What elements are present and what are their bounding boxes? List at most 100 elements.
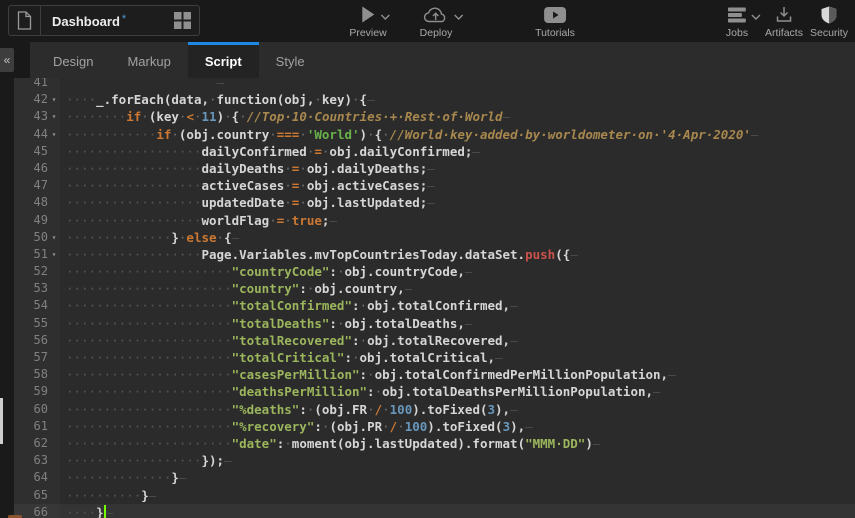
code-lines: 41 –42▾····_.forEach(data,·function(obj,… [14,78,855,518]
page-icon-button[interactable] [9,6,41,35]
code-row: 56 ······················"totalRecovered"… [14,332,855,349]
fold-gutter [48,366,60,383]
editor-tabbar: « Design Markup Script Style [0,42,855,78]
fold-gutter [48,78,60,91]
code-row: 55 ······················"totalDeaths":·o… [14,315,855,332]
code-line[interactable]: ······················"%recovery":·(obj.… [60,418,533,435]
deploy-label: Deploy [420,27,453,39]
code-line[interactable]: – [60,78,224,91]
fold-gutter [48,469,60,486]
chevron-down-icon[interactable] [454,14,464,20]
security-button[interactable]: Security [810,5,848,39]
fold-gutter [48,418,60,435]
code-line[interactable]: ······················"casesPerMillion":… [60,366,676,383]
collapsed-left-panel[interactable] [0,78,14,518]
code-row: 51▾··················Page.Variables.mvTo… [14,246,855,263]
tab-script[interactable]: Script [188,42,259,78]
tabbar-left-cap: « [0,42,30,78]
code-line[interactable]: ··················updatedDate·=·obj.last… [60,194,435,211]
code-line[interactable]: ······················"countryCode":·obj… [60,263,472,280]
fold-gutter [48,263,60,280]
page-selector[interactable]: Dashboard* [8,5,200,36]
code-row: 58 ······················"casesPerMillion… [14,366,855,383]
top-toolbar: Dashboard* [0,0,855,42]
code-line[interactable]: ······················"totalCritical":·o… [60,349,503,366]
code-row: 42▾····_.forEach(data,·function(obj,·key… [14,91,855,108]
code-line[interactable]: ······················"deathsPerMillion"… [60,383,661,400]
code-row: 45··················dailyConfirmed·=·obj… [14,143,855,160]
code-line[interactable]: ··················Page.Variables.mvTopCo… [60,246,578,263]
code-line[interactable]: ······················"totalDeaths":·obj… [60,315,472,332]
tab-style[interactable]: Style [259,42,322,78]
pages-grid-button[interactable] [174,12,191,29]
code-line[interactable]: ··················activeCases·=·obj.acti… [60,177,435,194]
line-number: 48 [14,194,48,211]
collapse-panel-button[interactable]: « [0,48,14,72]
code-row: 44▾············if·(obj.country·===·'Worl… [14,126,855,143]
code-line[interactable]: ··············}– [60,469,186,486]
line-number: 64 [14,469,48,486]
tutorials-button[interactable]: Tutorials [535,5,575,39]
code-line[interactable]: ··················});– [60,452,232,469]
line-number: 51 [14,246,48,263]
double-chevron-left-icon: « [4,53,11,67]
tab-markup[interactable]: Markup [110,42,187,78]
fold-toggle-icon[interactable]: ▾ [48,229,60,246]
code-line[interactable]: ······················"totalConfirmed":·… [60,297,518,314]
fold-gutter [48,435,60,452]
code-line[interactable]: ····_.forEach(data,·function(obj,·key)·{… [60,91,375,108]
code-line[interactable]: ······················"country":·obj.cou… [60,280,412,297]
line-number: 56 [14,332,48,349]
code-row: 47··················activeCases·=·obj.ac… [14,177,855,194]
code-line[interactable]: ··················dailyDeaths·=·obj.dail… [60,160,435,177]
grid-icon [174,12,191,29]
jobs-button[interactable]: Jobs [726,5,748,39]
code-line[interactable]: ··················worldFlag·=·true;– [60,212,337,229]
code-line[interactable]: ······················"totalRecovered":·… [60,332,518,349]
fold-gutter [48,177,60,194]
fold-gutter [48,143,60,160]
code-line[interactable]: ····}– [60,504,113,518]
code-row: 41 – [14,78,855,91]
preview-label: Preview [349,27,386,39]
code-line[interactable]: ··········}– [60,487,156,504]
line-number: 46 [14,160,48,177]
code-line[interactable]: ········if·(key·<·11)·{·//Top·10·Countri… [60,108,510,125]
unsaved-changes-marker: * [122,13,126,25]
tab-design[interactable]: Design [36,42,110,78]
code-editor-surface[interactable]: 41 –42▾····_.forEach(data,·function(obj,… [14,78,855,518]
scrollbar-thumb[interactable] [0,398,3,444]
code-row: 50▾··············}·else·{– [14,229,855,246]
code-row: 65 ··········}– [14,487,855,504]
line-number: 60 [14,401,48,418]
code-row: 43▾········if·(key·<·11)·{·//Top·10·Coun… [14,108,855,125]
line-number: 41 [14,78,48,91]
line-number: 54 [14,297,48,314]
fold-gutter [48,383,60,400]
fold-gutter [48,487,60,504]
fold-toggle-icon[interactable]: ▾ [48,108,60,125]
code-line[interactable]: ··············}·else·{– [60,229,239,246]
code-line[interactable]: ··················dailyConfirmed·=·obj.d… [60,143,480,160]
line-number: 53 [14,280,48,297]
fold-toggle-icon[interactable]: ▾ [48,126,60,143]
preview-button[interactable]: Preview [349,5,386,39]
app-window: Dashboard* [0,0,855,518]
deploy-button[interactable]: Deploy [420,5,453,39]
artifacts-button[interactable]: Artifacts [765,5,803,39]
fold-toggle-icon[interactable]: ▾ [48,246,60,263]
fold-toggle-icon[interactable]: ▾ [48,91,60,108]
play-icon [361,6,375,23]
code-line[interactable]: ············if·(obj.country·===·'World')… [60,126,758,143]
fold-gutter [48,349,60,366]
code-row: 63··················});– [14,452,855,469]
chevron-down-icon[interactable] [751,14,761,20]
code-row: 52······················"countryCode":·o… [14,263,855,280]
fold-gutter [48,160,60,177]
line-number: 65 [14,487,48,504]
code-line[interactable]: ······················"date":·moment(obj… [60,435,600,452]
line-number: 58 [14,366,48,383]
line-number: 55 [14,315,48,332]
chevron-down-icon[interactable] [380,14,390,20]
code-line[interactable]: ······················"%deaths":·(obj.FR… [60,401,518,418]
